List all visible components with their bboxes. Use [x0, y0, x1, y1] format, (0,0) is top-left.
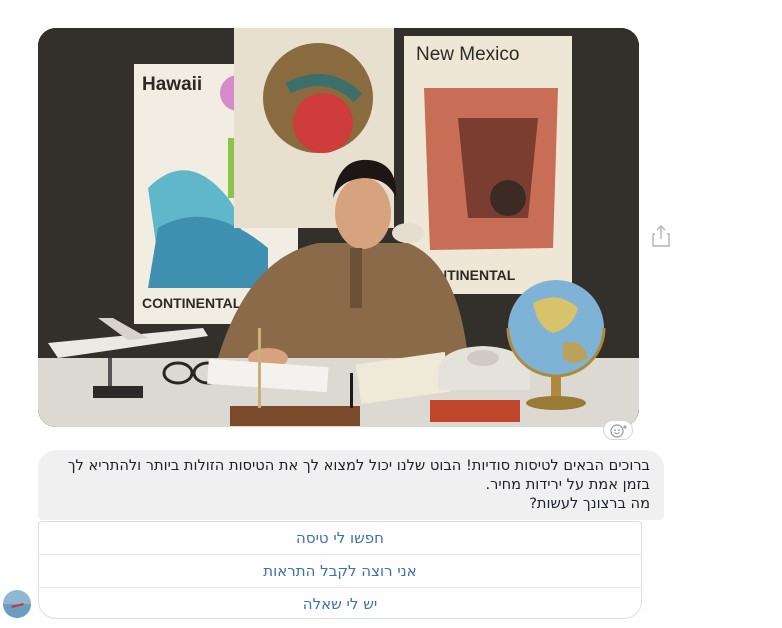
quick-reply-search-flight[interactable]: חפשו לי טיסה: [39, 522, 641, 555]
bot-avatar[interactable]: [3, 590, 31, 618]
quick-reply-question[interactable]: יש לי שאלה: [39, 588, 641, 618]
message-line: ברוכים הבאים לטיסות סודיות! הבוט שלנו יכ…: [67, 457, 650, 474]
quick-reply-get-alerts[interactable]: אני רוצה לקבל התראות: [39, 555, 641, 588]
smiley-add-icon: [610, 424, 627, 438]
message-line: מה ברצונך לעשות?: [529, 495, 650, 512]
poster-new-mexico-title: New Mexico: [416, 44, 519, 65]
new-mexico-poster: New Mexico CONTINENTAL: [404, 36, 572, 294]
quick-replies: חפשו לי טיסה אני רוצה לקבל התראות יש לי …: [38, 521, 642, 619]
poster-hawaii-title: Hawaii: [142, 74, 202, 95]
share-button[interactable]: [651, 224, 671, 248]
share-icon: [652, 225, 670, 247]
message-image[interactable]: Hawaii CONTINENTAL New Mexico CONTINENTA…: [38, 28, 639, 427]
photo-illustration: Hawaii CONTINENTAL New Mexico CONTINENTA…: [38, 28, 639, 427]
bot-message: ברוכים הבאים לטיסות סודיות! הבוט שלנו יכ…: [38, 450, 664, 520]
message-line: בזמן אמת על ירידות מחיר.: [485, 476, 650, 493]
avatar-image: [3, 590, 31, 618]
poster-hawaii-brand: CONTINENTAL: [142, 295, 242, 311]
add-reaction-button[interactable]: [603, 420, 633, 440]
